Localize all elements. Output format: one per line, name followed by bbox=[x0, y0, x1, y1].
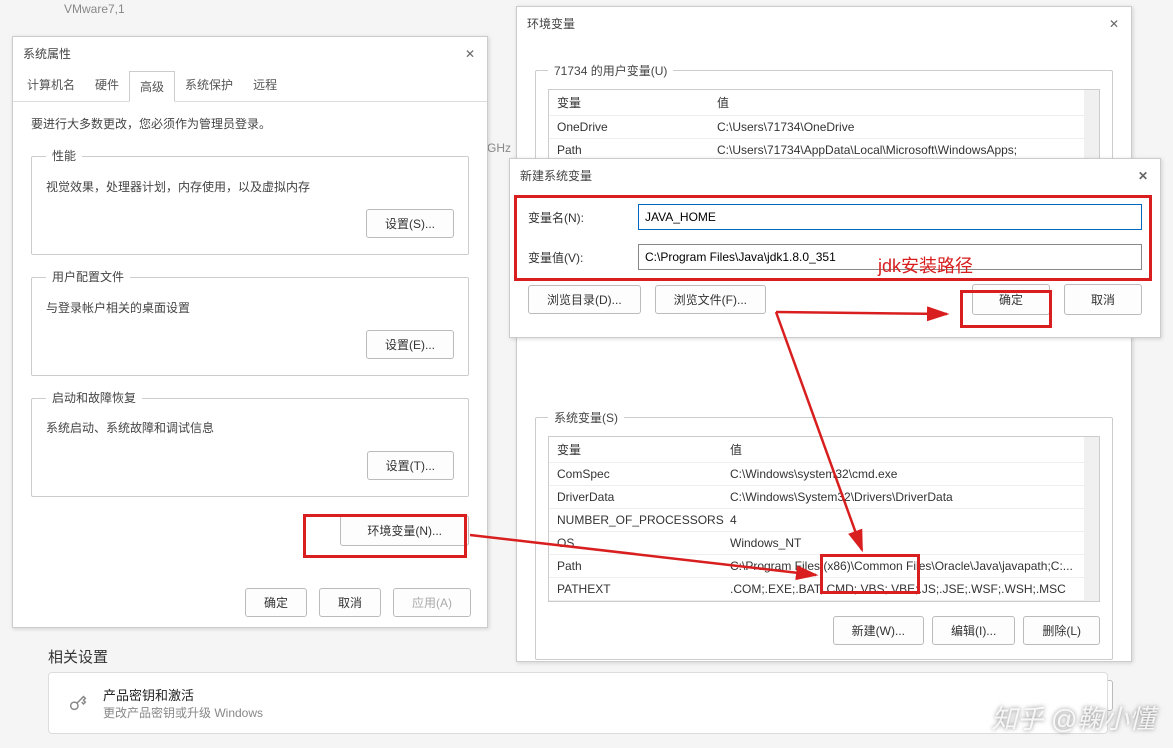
user-var-value: C:\Users\71734\AppData\Local\Microsoft\W… bbox=[717, 143, 1076, 157]
sys-var-value: C:\Windows\system32\cmd.exe bbox=[730, 467, 1076, 481]
tab-remote[interactable]: 远程 bbox=[243, 70, 287, 101]
newsysvar-cancel-button[interactable]: 取消 bbox=[1064, 284, 1142, 315]
var-name-label: 变量名(N): bbox=[528, 209, 638, 226]
table-row[interactable]: DriverDataC:\Windows\System32\Drivers\Dr… bbox=[549, 486, 1084, 509]
sys-vars-col-val: 值 bbox=[730, 441, 1076, 458]
user-profile-settings-button[interactable]: 设置(E)... bbox=[366, 330, 454, 359]
sys-vars-legend: 系统变量(S) bbox=[548, 409, 624, 426]
var-value-label: 变量值(V): bbox=[528, 249, 638, 266]
sys-var-value: .COM;.EXE;.BAT;.CMD;.VBS;.VBE;.JS;.JSE;.… bbox=[730, 582, 1076, 596]
scrollbar[interactable] bbox=[1084, 90, 1099, 162]
table-row[interactable]: OneDrive C:\Users\71734\OneDrive bbox=[549, 116, 1084, 139]
close-icon[interactable]: ✕ bbox=[1107, 17, 1121, 31]
browse-file-button[interactable]: 浏览文件(F)... bbox=[655, 285, 766, 314]
var-value-input[interactable] bbox=[638, 244, 1142, 270]
bg-ghz-label: GHz bbox=[487, 141, 511, 155]
key-icon bbox=[67, 692, 89, 714]
sys-var-name: NUMBER_OF_PROCESSORS bbox=[557, 513, 730, 527]
sys-var-name: PATHEXT bbox=[557, 582, 730, 596]
sysprops-apply-button[interactable]: 应用(A) bbox=[393, 588, 471, 617]
performance-group: 性能 视觉效果，处理器计划，内存使用，以及虚拟内存 设置(S)... bbox=[31, 146, 469, 255]
user-var-name: Path bbox=[557, 143, 717, 157]
user-profile-legend: 用户配置文件 bbox=[46, 267, 130, 287]
sys-var-name: ComSpec bbox=[557, 467, 730, 481]
sys-var-value: C:\Program Files (x86)\Common Files\Orac… bbox=[730, 559, 1076, 573]
user-vars-col-var: 变量 bbox=[557, 94, 717, 111]
envvars-title: 环境变量 bbox=[527, 15, 575, 32]
table-row[interactable]: PathC:\Program Files (x86)\Common Files\… bbox=[549, 555, 1084, 578]
new-system-variable-dialog: 新建系统变量 ✕ 变量名(N): 变量值(V): 浏览目录(D)... 浏览文件… bbox=[509, 158, 1161, 338]
tab-computer-name[interactable]: 计算机名 bbox=[17, 70, 85, 101]
sys-var-name: OS bbox=[557, 536, 730, 550]
sys-var-name: Path bbox=[557, 559, 730, 573]
tab-advanced[interactable]: 高级 bbox=[129, 71, 175, 102]
performance-legend: 性能 bbox=[46, 146, 82, 166]
startup-settings-button[interactable]: 设置(T)... bbox=[367, 451, 454, 480]
sysvar-new-button[interactable]: 新建(W)... bbox=[833, 616, 924, 645]
related-settings-heading: 相关设置 bbox=[48, 646, 108, 667]
sys-var-value: Windows_NT bbox=[730, 536, 1076, 550]
sys-var-value: C:\Windows\System32\Drivers\DriverData bbox=[730, 490, 1076, 504]
sysprops-tabs: 计算机名 硬件 高级 系统保护 远程 bbox=[13, 70, 487, 102]
table-row[interactable]: ComSpecC:\Windows\system32\cmd.exe bbox=[549, 463, 1084, 486]
product-key-card[interactable]: 产品密钥和激活 更改产品密钥或升级 Windows bbox=[48, 672, 1108, 734]
user-vars-col-val: 值 bbox=[717, 94, 1076, 111]
sys-var-value: 4 bbox=[730, 513, 1076, 527]
sys-vars-col-var: 变量 bbox=[557, 441, 730, 458]
user-profile-desc: 与登录帐户相关的桌面设置 bbox=[46, 298, 454, 318]
scrollbar[interactable] bbox=[1084, 437, 1099, 602]
sysvar-edit-button[interactable]: 编辑(I)... bbox=[932, 616, 1015, 645]
newsysvar-title: 新建系统变量 bbox=[520, 167, 592, 184]
product-key-title: 产品密钥和激活 bbox=[103, 685, 263, 704]
user-var-value: C:\Users\71734\OneDrive bbox=[717, 120, 1076, 134]
table-row[interactable]: PROCESSOR_ARCHITECT...AMD64 bbox=[549, 601, 1084, 602]
newsysvar-ok-button[interactable]: 确定 bbox=[972, 284, 1050, 315]
sysprops-ok-button[interactable]: 确定 bbox=[245, 588, 307, 617]
user-profile-group: 用户配置文件 与登录帐户相关的桌面设置 设置(E)... bbox=[31, 267, 469, 376]
table-row[interactable]: NUMBER_OF_PROCESSORS4 bbox=[549, 509, 1084, 532]
startup-group: 启动和故障恢复 系统启动、系统故障和调试信息 设置(T)... bbox=[31, 388, 469, 497]
close-icon[interactable]: ✕ bbox=[463, 47, 477, 61]
table-row[interactable]: OSWindows_NT bbox=[549, 532, 1084, 555]
system-properties-dialog: 系统属性 ✕ 计算机名 硬件 高级 系统保护 远程 要进行大多数更改，您必须作为… bbox=[12, 36, 488, 628]
browse-directory-button[interactable]: 浏览目录(D)... bbox=[528, 285, 641, 314]
table-row[interactable]: PATHEXT.COM;.EXE;.BAT;.CMD;.VBS;.VBE;.JS… bbox=[549, 578, 1084, 601]
product-key-desc: 更改产品密钥或升级 Windows bbox=[103, 704, 263, 721]
sysprops-cancel-button[interactable]: 取消 bbox=[319, 588, 381, 617]
sys-vars-table[interactable]: 变量 值 ComSpecC:\Windows\system32\cmd.exeD… bbox=[548, 436, 1100, 602]
close-icon[interactable]: ✕ bbox=[1136, 169, 1150, 183]
user-vars-legend: 71734 的用户变量(U) bbox=[548, 62, 673, 79]
admin-note: 要进行大多数更改，您必须作为管理员登录。 bbox=[31, 114, 469, 134]
startup-desc: 系统启动、系统故障和调试信息 bbox=[46, 418, 454, 438]
performance-desc: 视觉效果，处理器计划，内存使用，以及虚拟内存 bbox=[46, 177, 454, 197]
startup-legend: 启动和故障恢复 bbox=[46, 388, 142, 408]
tab-hardware[interactable]: 硬件 bbox=[85, 70, 129, 101]
var-name-input[interactable] bbox=[638, 204, 1142, 230]
user-var-name: OneDrive bbox=[557, 120, 717, 134]
sysprops-title: 系统属性 bbox=[23, 45, 71, 62]
tab-system-protection[interactable]: 系统保护 bbox=[175, 70, 243, 101]
sysvar-delete-button[interactable]: 删除(L) bbox=[1023, 616, 1100, 645]
sys-var-name: DriverData bbox=[557, 490, 730, 504]
environment-variables-button[interactable]: 环境变量(N)... bbox=[340, 515, 469, 546]
bg-vmware-label: VMware7,1 bbox=[64, 2, 125, 16]
performance-settings-button[interactable]: 设置(S)... bbox=[366, 209, 454, 238]
